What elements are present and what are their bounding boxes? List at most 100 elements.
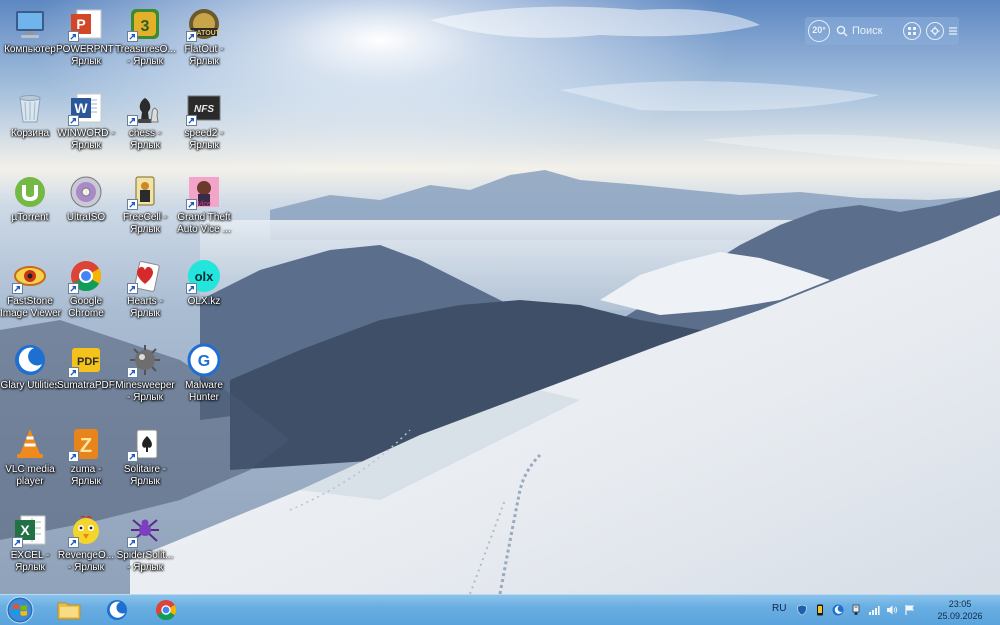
- desktop-icon-gta[interactable]: Vice Grand Theft Auto Vice ...: [174, 170, 234, 250]
- desktop-icon-solitaire[interactable]: Solitaire - Ярлык: [115, 422, 175, 502]
- chicken-game-icon: [68, 512, 104, 548]
- icon-label: SumatraPDF: [57, 380, 115, 391]
- icon-label: WINWORD -: [57, 128, 115, 139]
- shield-icon: [797, 604, 807, 616]
- icon-label: Ярлык: [130, 308, 160, 319]
- desktop-icon-utorrent[interactable]: µTorrent: [0, 170, 60, 250]
- icon-label: Solitaire -: [123, 464, 167, 475]
- icon-label: Minesweeper: [115, 380, 175, 391]
- desktop-icon-winword[interactable]: W WINWORD - Ярлык: [56, 86, 116, 166]
- glary-utilities-icon: [832, 604, 844, 616]
- desktop-icon-revenge[interactable]: RevengeO... - Ярлык: [56, 508, 116, 588]
- flag-icon: [905, 605, 914, 615]
- sumatra-pdf-icon: PDF: [68, 342, 104, 378]
- desktop-icon-chess[interactable]: chess - Ярлык: [115, 86, 175, 166]
- apps-grid-button[interactable]: [903, 22, 921, 40]
- shortcut-arrow-icon: [68, 537, 79, 548]
- tray-phone[interactable]: [814, 604, 826, 616]
- tray-usb[interactable]: [850, 604, 862, 616]
- usb-device-icon: [852, 604, 860, 615]
- treasures-game-icon: 3: [127, 6, 163, 42]
- computer-icon: [12, 6, 48, 42]
- shortcut-arrow-icon: [127, 283, 138, 294]
- hearts-card-icon: [127, 258, 163, 294]
- tray-action-center[interactable]: [904, 604, 916, 616]
- desktop-icon-recycle-bin[interactable]: Корзина: [0, 86, 60, 166]
- desktop-icon-flatout[interactable]: FLATOUT FlatOut - Ярлык: [174, 2, 234, 82]
- settings-icon: [930, 26, 940, 36]
- desktop-icon-computer[interactable]: Компьютер: [0, 2, 60, 82]
- weather-badge[interactable]: 20°: [808, 20, 830, 42]
- icon-label: FreeCell -: [123, 212, 167, 223]
- desktop-icon-malware[interactable]: G Malware Hunter: [174, 338, 234, 418]
- desktop-icon-sumatra[interactable]: PDF SumatraPDF: [56, 338, 116, 418]
- tray-shield[interactable]: [796, 604, 808, 616]
- taskbar-glary-button[interactable]: [97, 596, 137, 624]
- desktop-icon-ultraiso[interactable]: UltraISO: [56, 170, 116, 250]
- desktop-icon-zuma[interactable]: Z zuma - Ярлык: [56, 422, 116, 502]
- grid-icon: [908, 27, 916, 35]
- taskbar-explorer-button[interactable]: [49, 596, 89, 624]
- chess-icon: [127, 90, 163, 126]
- desktop-icon-treasures[interactable]: 3 TreasuresO... - Ярлык: [115, 2, 176, 82]
- icon-label: Grand Theft: [177, 212, 231, 223]
- desktop-icon-powerpnt[interactable]: P POWERPNT - Ярлык: [56, 2, 120, 82]
- icon-label: - Ярлык: [68, 562, 104, 573]
- icon-label: Chrome: [68, 308, 104, 319]
- desktop-icon-faststone[interactable]: FastStone Image Viewer: [0, 254, 61, 334]
- desktop-icon-excel[interactable]: X EXCEL - Ярлык: [0, 508, 60, 588]
- menu-icon[interactable]: [948, 26, 958, 36]
- tray-network[interactable]: [868, 604, 880, 616]
- desktop-icon-spider[interactable]: SpiderSolit... - Ярлык: [115, 508, 175, 588]
- desktop-icon-hearts[interactable]: Hearts - Ярлык: [115, 254, 175, 334]
- signal-bars-icon: [869, 606, 880, 615]
- icon-label: Image Viewer: [0, 308, 61, 319]
- desktop[interactable]: Компьютер P POWERPNT - Ярлык 3 TreasuresO…: [0, 0, 1000, 625]
- icon-label: Ярлык: [71, 56, 101, 67]
- desktop-icon-minesweeper[interactable]: Minesweeper - Ярлык: [115, 338, 175, 418]
- icon-label: SpiderSolit...: [116, 550, 174, 561]
- start-button[interactable]: [4, 596, 36, 624]
- malware-hunter-icon: G: [186, 342, 222, 378]
- tray-glary[interactable]: [832, 604, 844, 616]
- search-box[interactable]: Поиск: [836, 22, 898, 40]
- icon-label: Ярлык: [130, 140, 160, 151]
- language-indicator[interactable]: RU: [772, 603, 786, 614]
- icon-label: zuma -: [70, 464, 102, 475]
- icon-label: OLX.kz: [187, 296, 221, 307]
- freecell-icon: [127, 174, 163, 210]
- icon-label: EXCEL -: [10, 550, 50, 561]
- settings-button[interactable]: [926, 22, 944, 40]
- icon-label: µTorrent: [11, 212, 49, 223]
- desktop-icon-speed2[interactable]: NFS speed2 - Ярлык: [174, 86, 234, 166]
- svg-text:G: G: [198, 353, 210, 370]
- svg-text:Z: Z: [80, 435, 92, 457]
- icon-label: RevengeO...: [57, 550, 115, 561]
- shortcut-arrow-icon: [127, 115, 138, 126]
- desktop-icon-freecell[interactable]: FreeCell - Ярлык: [115, 170, 175, 250]
- icon-label: speed2 -: [184, 128, 224, 139]
- flatout-game-icon: FLATOUT: [186, 6, 222, 42]
- svg-text:olx: olx: [195, 269, 215, 284]
- glary-utilities-icon: [107, 600, 127, 620]
- shortcut-arrow-icon: [127, 31, 138, 42]
- desktop-icon-vlc[interactable]: VLC media player: [0, 422, 60, 502]
- icon-label: Malware: [185, 380, 223, 391]
- clock[interactable]: 23:05 25.09.2026: [930, 598, 990, 622]
- icon-label: Компьютер: [4, 44, 56, 55]
- desktop-icon-olx[interactable]: olx OLX.kz: [174, 254, 234, 334]
- icon-label: Ярлык: [189, 140, 219, 151]
- spider-icon: [127, 512, 163, 548]
- tray-volume[interactable]: [886, 604, 898, 616]
- icon-label: chess -: [128, 128, 162, 139]
- desktop-icon-chrome[interactable]: Google Chrome: [56, 254, 116, 334]
- shortcut-arrow-icon: [127, 367, 138, 378]
- icon-label: FastStone: [7, 296, 53, 307]
- shortcut-arrow-icon: [68, 31, 79, 42]
- desktop-icon-glary[interactable]: Glary Utilities: [0, 338, 60, 418]
- taskbar-chrome-button[interactable]: [146, 596, 186, 624]
- search-placeholder: Поиск: [852, 25, 883, 37]
- shortcut-arrow-icon: [12, 537, 23, 548]
- taskbar: RU 23:05 25.09.2026: [0, 594, 1000, 625]
- search-widget[interactable]: 20° Поиск: [805, 17, 959, 45]
